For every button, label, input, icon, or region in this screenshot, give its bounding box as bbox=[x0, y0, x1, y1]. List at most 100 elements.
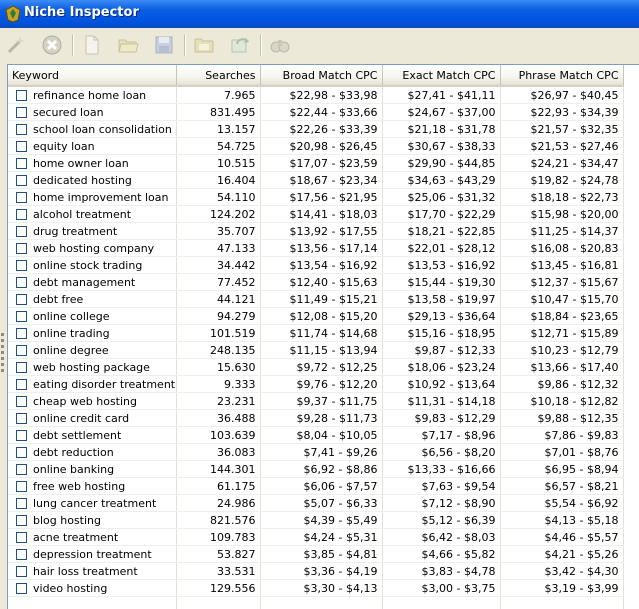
table-row[interactable]: free web hosting61.175$6,06 - $7,57$7,63… bbox=[8, 478, 623, 495]
table-row[interactable]: home owner loan10.515$17,07 - $23,59$29,… bbox=[8, 155, 623, 172]
table-row[interactable]: blog hosting821.576$4,39 - $5,49$5,12 - … bbox=[8, 512, 623, 529]
table-row[interactable]: online degree248.135$11,15 - $13,94$9,87… bbox=[8, 342, 623, 359]
column-header-keyword[interactable]: Keyword bbox=[8, 65, 176, 86]
keyword-cell[interactable]: online degree bbox=[8, 342, 176, 359]
keyword-cell[interactable]: dedicated hosting bbox=[8, 172, 176, 189]
table-row[interactable]: video hosting129.556$3,30 - $4,13$3,00 -… bbox=[8, 580, 623, 597]
row-checkbox[interactable] bbox=[16, 141, 27, 152]
row-checkbox[interactable] bbox=[16, 379, 27, 390]
keyword-cell[interactable]: blog hosting bbox=[8, 512, 176, 529]
delete-button[interactable] bbox=[38, 31, 66, 59]
refresh-image-button[interactable] bbox=[226, 31, 254, 59]
keyword-cell[interactable]: equity loan bbox=[8, 138, 176, 155]
table-row[interactable]: online trading101.519$11,74 - $14,68$15,… bbox=[8, 325, 623, 342]
row-checkbox[interactable] bbox=[16, 158, 27, 169]
row-checkbox[interactable] bbox=[16, 430, 27, 441]
keyword-cell[interactable]: web hosting company bbox=[8, 240, 176, 257]
folder-button[interactable] bbox=[190, 31, 218, 59]
keyword-cell[interactable]: alcohol treatment bbox=[8, 206, 176, 223]
table-row[interactable]: alcohol treatment124.202$14,41 - $18,03$… bbox=[8, 206, 623, 223]
table-row[interactable]: equity loan54.725$20,98 - $26,45$30,67 -… bbox=[8, 138, 623, 155]
keyword-cell[interactable]: cheap web hosting bbox=[8, 393, 176, 410]
row-checkbox[interactable] bbox=[16, 413, 27, 424]
row-checkbox[interactable] bbox=[16, 532, 27, 543]
row-checkbox[interactable] bbox=[16, 362, 27, 373]
keyword-cell[interactable]: home owner loan bbox=[8, 155, 176, 172]
table-row[interactable]: depression treatment53.827$3,85 - $4,81$… bbox=[8, 546, 623, 563]
column-header-searches[interactable]: Searches bbox=[176, 65, 260, 86]
row-checkbox[interactable] bbox=[16, 447, 27, 458]
row-checkbox[interactable] bbox=[16, 277, 27, 288]
row-checkbox[interactable] bbox=[16, 124, 27, 135]
row-checkbox[interactable] bbox=[16, 311, 27, 322]
row-checkbox[interactable] bbox=[16, 328, 27, 339]
row-checkbox[interactable] bbox=[16, 345, 27, 356]
row-checkbox[interactable] bbox=[16, 192, 27, 203]
keyword-cell[interactable]: debt free bbox=[8, 291, 176, 308]
table-row[interactable]: cheap web hosting23.231$9,37 - $11,75$11… bbox=[8, 393, 623, 410]
table-row[interactable]: debt free44.121$11,49 - $15,21$13,58 - $… bbox=[8, 291, 623, 308]
row-checkbox[interactable] bbox=[16, 209, 27, 220]
row-checkbox[interactable] bbox=[16, 90, 27, 101]
table-row[interactable]: web hosting package15.630$9,72 - $12,25$… bbox=[8, 359, 623, 376]
row-checkbox[interactable] bbox=[16, 481, 27, 492]
table-row[interactable]: debt reduction36.083$7,41 - $9,26$6,56 -… bbox=[8, 444, 623, 461]
keyword-cell[interactable]: debt reduction bbox=[8, 444, 176, 461]
row-checkbox[interactable] bbox=[16, 396, 27, 407]
keyword-cell[interactable]: debt management bbox=[8, 274, 176, 291]
table-row[interactable]: online college94.279$12,08 - $15,20$29,1… bbox=[8, 308, 623, 325]
table-row[interactable]: refinance home loan7.965$22,98 - $33,98$… bbox=[8, 86, 623, 104]
keyword-cell[interactable]: debt settlement bbox=[8, 427, 176, 444]
splitter-handle[interactable] bbox=[0, 330, 5, 386]
table-row[interactable]: dedicated hosting16.404$18,67 - $23,34$3… bbox=[8, 172, 623, 189]
keyword-cell[interactable]: web hosting package bbox=[8, 359, 176, 376]
keyword-cell[interactable]: home improvement loan bbox=[8, 189, 176, 206]
table-row[interactable]: debt settlement103.639$8,04 - $10,05$7,1… bbox=[8, 427, 623, 444]
keyword-cell[interactable]: school loan consolidation bbox=[8, 121, 176, 138]
table-row[interactable]: web hosting company47.133$13,56 - $17,14… bbox=[8, 240, 623, 257]
keyword-cell[interactable]: depression treatment bbox=[8, 546, 176, 563]
row-checkbox[interactable] bbox=[16, 583, 27, 594]
keyword-cell[interactable]: refinance home loan bbox=[8, 86, 176, 104]
table-row[interactable]: online banking144.301$6,92 - $8,86$13,33… bbox=[8, 461, 623, 478]
row-checkbox[interactable] bbox=[16, 464, 27, 475]
row-checkbox[interactable] bbox=[16, 243, 27, 254]
keyword-cell[interactable]: hair loss treatment bbox=[8, 563, 176, 580]
row-checkbox[interactable] bbox=[16, 226, 27, 237]
open-folder-button[interactable] bbox=[114, 31, 142, 59]
keyword-cell[interactable]: online banking bbox=[8, 461, 176, 478]
table-row[interactable]: lung cancer treatment24.986$5,07 - $6,33… bbox=[8, 495, 623, 512]
table-row[interactable]: drug treatment35.707$13,92 - $17,55$18,2… bbox=[8, 223, 623, 240]
table-row[interactable]: debt management77.452$12,40 - $15,63$15,… bbox=[8, 274, 623, 291]
keyword-cell[interactable]: online trading bbox=[8, 325, 176, 342]
row-checkbox[interactable] bbox=[16, 566, 27, 577]
row-checkbox[interactable] bbox=[16, 175, 27, 186]
table-row[interactable]: school loan consolidation13.157$22,26 - … bbox=[8, 121, 623, 138]
keyword-cell[interactable]: online college bbox=[8, 308, 176, 325]
keyword-cell[interactable]: eating disorder treatment bbox=[8, 376, 176, 393]
row-checkbox[interactable] bbox=[16, 260, 27, 271]
row-checkbox[interactable] bbox=[16, 515, 27, 526]
keyword-cell[interactable]: lung cancer treatment bbox=[8, 495, 176, 512]
table-row[interactable]: acne treatment109.783$4,24 - $5,31$6,42 … bbox=[8, 529, 623, 546]
keyword-cell[interactable]: acne treatment bbox=[8, 529, 176, 546]
keyword-cell[interactable]: video hosting bbox=[8, 580, 176, 597]
table-row[interactable]: home improvement loan54.110$17,56 - $21,… bbox=[8, 189, 623, 206]
table-row[interactable]: eating disorder treatment9.333$9,76 - $1… bbox=[8, 376, 623, 393]
column-header-exact-match-cpc[interactable]: Exact Match CPC bbox=[382, 65, 500, 86]
keyword-cell[interactable]: secured loan bbox=[8, 104, 176, 121]
row-checkbox[interactable] bbox=[16, 498, 27, 509]
column-header-phrase-match-cpc[interactable]: Phrase Match CPC bbox=[500, 65, 623, 86]
column-header-broad-match-cpc[interactable]: Broad Match CPC bbox=[260, 65, 382, 86]
save-button[interactable] bbox=[150, 31, 178, 59]
table-row[interactable]: online stock trading34.442$13,54 - $16,9… bbox=[8, 257, 623, 274]
row-checkbox[interactable] bbox=[16, 294, 27, 305]
keyword-cell[interactable]: free web hosting bbox=[8, 478, 176, 495]
table-row[interactable]: hair loss treatment33.531$3,36 - $4,19$3… bbox=[8, 563, 623, 580]
table-row[interactable]: secured loan831.495$22,44 - $33,66$24,67… bbox=[8, 104, 623, 121]
table-row[interactable]: online credit card36.488$9,28 - $11,73$9… bbox=[8, 410, 623, 427]
wand-button[interactable] bbox=[2, 31, 30, 59]
row-checkbox[interactable] bbox=[16, 549, 27, 560]
keyword-cell[interactable]: online stock trading bbox=[8, 257, 176, 274]
new-document-button[interactable] bbox=[78, 31, 106, 59]
